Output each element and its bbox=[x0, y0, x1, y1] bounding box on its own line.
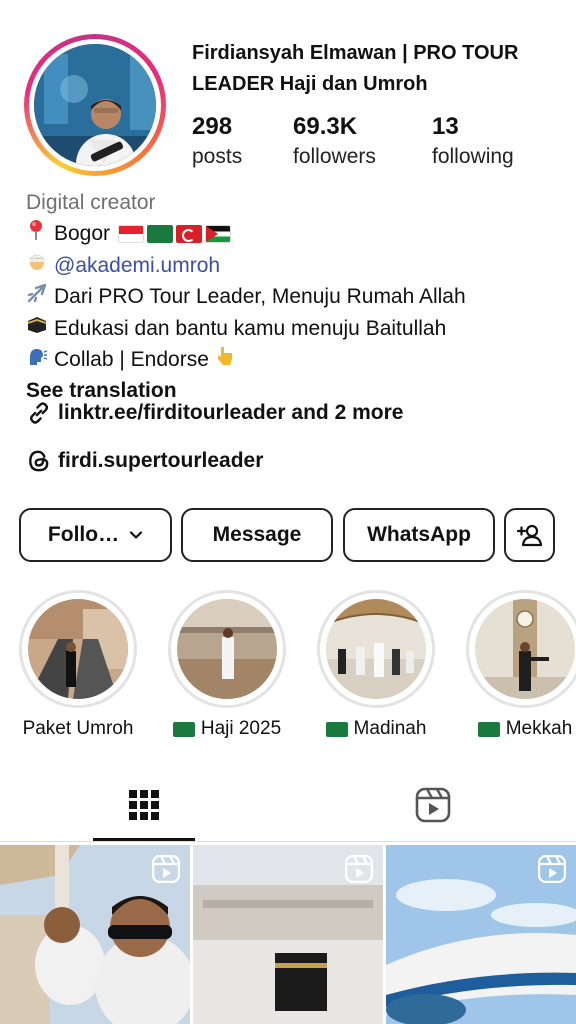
saudi-flag-icon bbox=[172, 721, 195, 737]
highlight-ring bbox=[168, 590, 286, 708]
add-user-button[interactable] bbox=[504, 508, 555, 562]
bio: Digital creator Bogor @akademi.umroh Dar… bbox=[26, 188, 566, 407]
reel-badge-icon bbox=[152, 855, 180, 883]
tab-divider bbox=[0, 841, 576, 842]
post-thumbnail[interactable] bbox=[0, 845, 190, 1024]
follow-button[interactable]: Follo… bbox=[19, 508, 172, 562]
highlight-label: Mekkah bbox=[466, 718, 576, 740]
highlight-mekkah[interactable]: Mekkah bbox=[466, 590, 576, 740]
stat-posts-count: 298 bbox=[192, 113, 233, 140]
link-icon bbox=[29, 402, 49, 424]
tab-reels[interactable] bbox=[383, 770, 483, 840]
highlight-cover bbox=[28, 599, 128, 699]
reel-badge-icon bbox=[538, 855, 566, 883]
highlight-label-text: Haji 2025 bbox=[200, 718, 282, 739]
highlight-cover bbox=[475, 599, 575, 699]
profile-name: Firdiansyah Elmawan | PRO TOUR LEADER Ha… bbox=[192, 42, 519, 95]
chevron-down-icon bbox=[129, 531, 143, 539]
bio-link-text: linktr.ee/firditourleader and 2 more bbox=[58, 401, 404, 424]
bio-location-row: Bogor bbox=[26, 219, 566, 251]
reels-icon bbox=[415, 787, 451, 823]
stat-following-label: following bbox=[432, 145, 514, 168]
reel-badge-icon bbox=[345, 855, 373, 883]
bio-collab-text: Collab | Endorse bbox=[54, 348, 209, 371]
threads-link[interactable]: firdi.supertourleader bbox=[26, 448, 263, 474]
pin-icon bbox=[26, 219, 54, 251]
highlight-label: Paket Umroh bbox=[19, 718, 137, 740]
bio-mention-row: @akademi.umroh bbox=[26, 250, 566, 282]
bio-mention-link[interactable]: @akademi.umroh bbox=[54, 251, 220, 282]
man-turban-icon bbox=[26, 250, 54, 282]
avatar bbox=[34, 44, 156, 166]
bio-link[interactable]: linktr.ee/firditourleader and 2 more bbox=[26, 400, 403, 426]
bio-location: Bogor bbox=[54, 222, 111, 245]
indonesia-flag-icon bbox=[118, 225, 145, 244]
highlight-cover bbox=[326, 599, 426, 699]
highlight-ring bbox=[466, 590, 576, 708]
highlight-cover bbox=[177, 599, 277, 699]
avatar-photo bbox=[34, 44, 156, 166]
stat-followers[interactable]: 69.3K followers bbox=[293, 112, 376, 172]
whatsapp-button[interactable]: WhatsApp bbox=[343, 508, 495, 562]
highlight-label: Haji 2025 bbox=[168, 718, 286, 740]
palestine-flag-icon bbox=[205, 225, 232, 244]
stat-posts[interactable]: 298 posts bbox=[192, 112, 242, 172]
saudi-flag-icon bbox=[325, 721, 348, 737]
stat-followers-count: 69.3K bbox=[293, 113, 358, 140]
airplane-icon bbox=[26, 282, 54, 314]
turkey-flag-icon bbox=[176, 225, 203, 244]
stat-posts-label: posts bbox=[192, 145, 243, 168]
saudi-flag-icon bbox=[477, 721, 500, 737]
pointing-down-icon bbox=[215, 345, 243, 377]
highlight-ring bbox=[19, 590, 137, 708]
bio-kaaba-row: Edukasi dan bantu kamu menuju Baitullah bbox=[26, 313, 566, 345]
threads-username: firdi.supertourleader bbox=[58, 449, 264, 472]
add-user-icon bbox=[516, 524, 542, 547]
grid-icon bbox=[129, 790, 159, 820]
highlight-label-text: Paket Umroh bbox=[22, 718, 134, 739]
stat-following-count: 13 bbox=[432, 113, 459, 140]
speaking-head-icon bbox=[26, 345, 54, 377]
message-button[interactable]: Message bbox=[181, 508, 333, 562]
profile-avatar-ring[interactable] bbox=[24, 34, 166, 176]
message-button-label: Message bbox=[212, 523, 302, 546]
highlight-label-text: Mekkah bbox=[505, 718, 573, 739]
avatar-inner bbox=[29, 39, 161, 171]
whatsapp-button-label: WhatsApp bbox=[367, 523, 471, 546]
bio-category-row: Digital creator bbox=[26, 188, 566, 219]
bio-kaaba-text: Edukasi dan bantu kamu menuju Baitullah bbox=[54, 316, 447, 340]
kaaba-icon bbox=[26, 313, 54, 345]
highlight-label: Madinah bbox=[317, 718, 435, 740]
bio-travel-text: Dari PRO Tour Leader, Menuju Rumah Allah bbox=[54, 285, 466, 308]
stat-following[interactable]: 13 following bbox=[432, 112, 514, 172]
bio-collab-row: Collab | Endorse bbox=[26, 345, 566, 377]
highlight-haji-2025[interactable]: Haji 2025 bbox=[168, 590, 286, 740]
highlight-ring bbox=[317, 590, 435, 708]
post-thumbnail[interactable] bbox=[193, 845, 383, 1024]
threads-icon bbox=[29, 450, 49, 472]
saudi-flag-icon bbox=[147, 225, 174, 244]
stat-followers-label: followers bbox=[293, 145, 376, 168]
follow-button-label: Follo… bbox=[47, 523, 120, 546]
highlight-label-text: Madinah bbox=[353, 718, 427, 739]
highlight-madinah[interactable]: Madinah bbox=[317, 590, 435, 740]
tab-posts-grid[interactable] bbox=[93, 770, 195, 840]
post-thumbnail[interactable] bbox=[386, 845, 576, 1024]
bio-category: Digital creator bbox=[26, 191, 156, 214]
bio-travel-row: Dari PRO Tour Leader, Menuju Rumah Allah bbox=[26, 282, 566, 314]
highlight-paket-umroh[interactable]: Paket Umroh bbox=[19, 590, 137, 740]
